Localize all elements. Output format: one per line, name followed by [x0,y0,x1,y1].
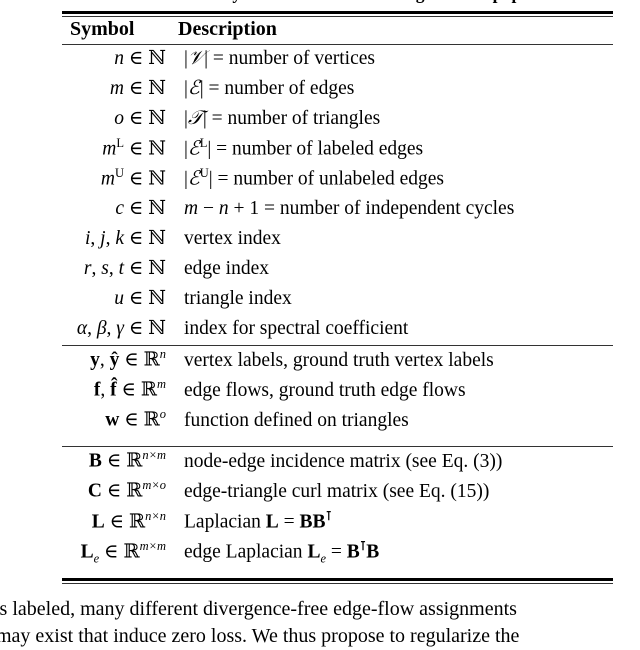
row-description: |ℰ| = number of edges [184,78,355,99]
table-row: m ∈ ℕ |ℰ| = number of edges [62,76,613,106]
table-header-row: Symbol Description [62,18,613,46]
table-row: mU ∈ ℕ |ℰU| = number of unlabeled edges [62,166,613,196]
row-description: function defined on triangles [184,409,409,431]
row-symbol: i, j, k ∈ ℕ [84,226,166,249]
row-symbol: r, s, t ∈ ℕ [83,256,166,279]
body-line-1: is labeled, many different divergence-fr… [0,598,517,620]
row-description: index for spectral coefficient [184,318,409,339]
table-top-rule-outer [62,11,613,14]
table-bottom-rule-inner [62,582,613,584]
table-row: f, f̂ ∈ ℝm edge flows, ground truth edge … [62,377,613,407]
row-description: Laplacian L = BB⊺ [184,509,333,533]
table-group-vectors: y, ŷ ∈ ℝn vertex labels, ground truth ver… [62,347,613,437]
table-header: Symbol Description [62,18,613,46]
row-symbol: α, β, γ ∈ ℕ [76,316,166,339]
table-row: y, ŷ ∈ ℝn vertex labels, ground truth ver… [62,347,613,377]
row-description: |𝒯| = number of triangles [184,108,381,129]
row-symbol: mL ∈ ℕ [102,136,166,160]
table-group-matrices: B ∈ ℝn×m node-edge incidence matrix (see … [62,448,613,568]
row-description: |𝒱| = number of vertices [184,48,376,69]
row-description: |ℰU| = number of unlabeled edges [184,166,445,190]
row-symbol: C ∈ ℝm×o [87,478,166,502]
row-symbol: m ∈ ℕ [109,76,166,99]
row-symbol: mU ∈ ℕ [100,166,166,190]
row-symbol: c ∈ ℕ [115,196,166,219]
row-description: vertex labels, ground truth vertex label… [184,349,494,371]
page-root: Table 1: Summary of notation used throug… [0,0,640,650]
table-row: o ∈ ℕ |𝒯| = number of triangles [62,106,613,136]
row-symbol: w ∈ ℝo [105,407,166,431]
row-symbol: o ∈ ℕ [114,106,166,129]
table-row: w ∈ ℝo function defined on triangles [62,407,613,437]
row-symbol: Le ∈ ℝm×m [80,539,166,566]
row-symbol: f, f̂ ∈ ℝm [93,377,166,401]
row-symbol: u ∈ ℕ [114,286,166,309]
table-row: L ∈ ℝn×n Laplacian L = BB⊺ [62,508,613,538]
column-header-symbol: Symbol [70,18,135,40]
row-symbol: L ∈ ℝn×n [91,509,166,533]
table-top-rule-inner [62,15,613,17]
row-description: edge index [184,258,270,279]
row-description: edge Laplacian Le = B⊺B [184,539,380,566]
table-row: n ∈ ℕ |𝒱| = number of vertices [62,46,613,76]
row-description: |ℰL| = number of labeled edges [184,136,424,160]
table-row: u ∈ ℕ triangle index [62,286,613,316]
table-bottom-rule-outer [62,578,613,581]
table-row: α, β, γ ∈ ℕ index for spectral coefficien… [62,316,613,346]
row-description: m − n + 1 = number of independent cycles [184,198,515,219]
row-symbol: n ∈ ℕ [114,46,166,69]
row-symbol: y, ŷ ∈ ℝn [90,347,166,371]
table-row: mL ∈ ℕ |ℰL| = number of labeled edges [62,136,613,166]
column-header-description: Description [178,18,277,40]
row-description: edge-triangle curl matrix (see Eq. (15)) [184,480,490,502]
table-row: C ∈ ℝm×o edge-triangle curl matrix (see E… [62,478,613,508]
row-description: vertex index [184,228,281,249]
row-description: triangle index [184,288,292,309]
table-caption: Table 1: Summary of notation used throug… [0,0,640,5]
table-row: i, j, k ∈ ℕ vertex index [62,226,613,256]
table-row: Le ∈ ℝm×m edge Laplacian Le = B⊺B [62,538,613,568]
row-description: edge flows, ground truth edge flows [184,379,466,401]
table-group-cardinalities: n ∈ ℕ |𝒱| = number of vertices m ∈ ℕ |ℰ| = … [62,46,613,346]
table-row: B ∈ ℝn×m node-edge incidence matrix (see … [62,448,613,478]
row-description: node-edge incidence matrix (see Eq. (3)) [184,450,503,472]
table-row: r, s, t ∈ ℕ edge index [62,256,613,286]
table-row: c ∈ ℕ m − n + 1 = number of independent c… [62,196,613,226]
row-symbol: B ∈ ℝn×m [88,448,166,472]
body-paragraph: is labeled, many different divergence-fr… [0,596,640,650]
body-line-2: may exist that induce zero loss. We thus… [0,625,520,647]
